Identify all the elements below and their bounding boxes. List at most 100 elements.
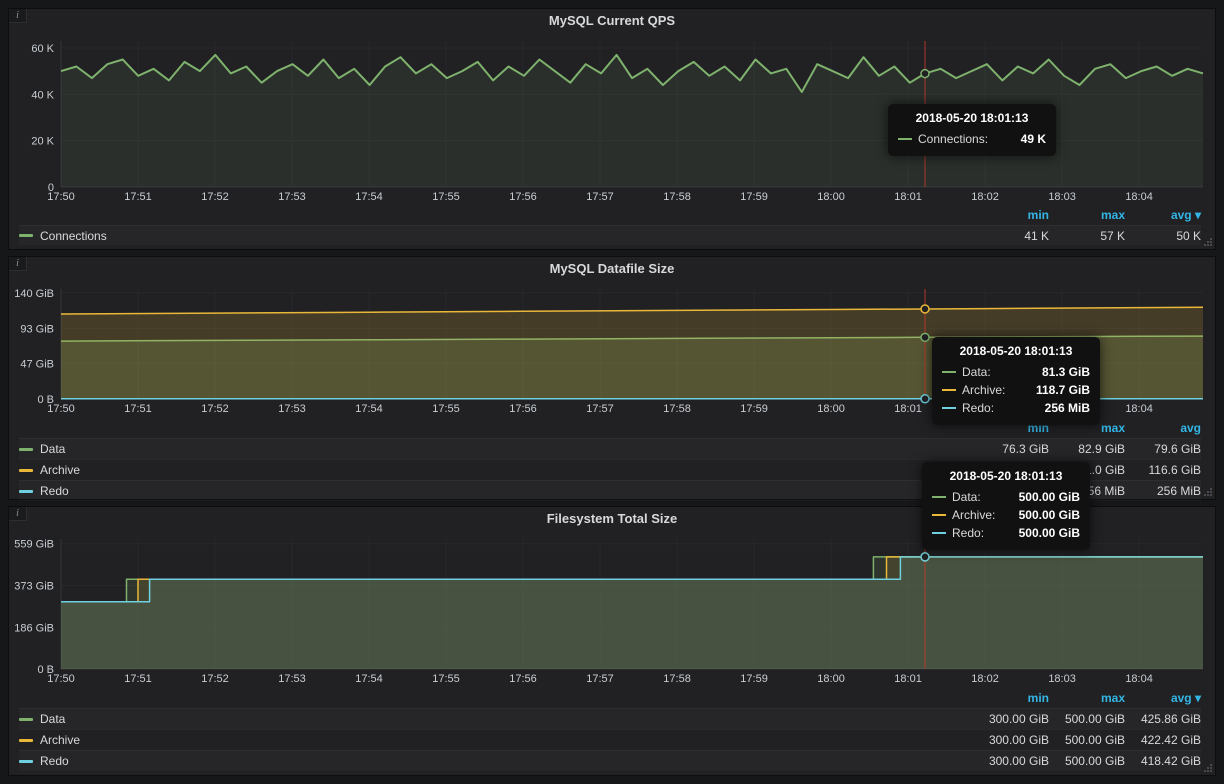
series-swatch-icon [942, 407, 956, 409]
legend-min-value: 300.00 GiB [981, 754, 1049, 768]
legend-avg-value: 256 MiB [1133, 484, 1201, 498]
svg-text:17:57: 17:57 [586, 673, 614, 685]
legend-sort-max[interactable]: max [1057, 691, 1125, 705]
svg-text:0 B: 0 B [37, 664, 54, 676]
tooltip-timestamp: 2018-05-20 18:01:13 [942, 344, 1090, 358]
legend-avg-value: 418.42 GiB [1133, 754, 1201, 768]
legend-avg-value: 422.42 GiB [1133, 733, 1201, 747]
legend-max-value: 500.00 GiB [1057, 733, 1125, 747]
series-swatch-icon [942, 389, 956, 391]
resize-handle-icon[interactable] [1203, 487, 1213, 497]
resize-handle-icon[interactable] [1203, 237, 1213, 247]
svg-text:18:00: 18:00 [817, 403, 845, 415]
tooltip-series-label: Redo: [962, 401, 994, 415]
series-swatch-icon [19, 739, 33, 742]
svg-text:17:54: 17:54 [355, 673, 383, 685]
tooltip-series-value: 81.3 GiB [1042, 365, 1090, 379]
tooltip-series-label: Redo: [952, 526, 984, 540]
series-swatch-icon [19, 234, 33, 237]
svg-text:18:03: 18:03 [1048, 673, 1076, 685]
series-swatch-icon [19, 490, 33, 493]
svg-text:17:52: 17:52 [201, 191, 229, 203]
legend-row: Connections 41 K 57 K 50 K [19, 225, 1201, 245]
legend-sort-min[interactable]: min [981, 691, 1049, 705]
legend-avg-value: 116.6 GiB [1133, 463, 1201, 477]
tooltip-series-value: 500.00 GiB [1019, 526, 1080, 540]
tooltip-series-value: 256 MiB [1045, 401, 1090, 415]
svg-text:17:58: 17:58 [663, 403, 691, 415]
chart-tooltip: 2018-05-20 18:01:13 Data: 81.3 GiB Archi… [932, 337, 1100, 425]
svg-text:17:57: 17:57 [586, 403, 614, 415]
resize-handle-icon[interactable] [1203, 763, 1213, 773]
legend-sort-avg[interactable]: avg ▾ [1133, 208, 1201, 222]
panel-title[interactable]: MySQL Current QPS [9, 9, 1215, 33]
legend-sort-avg[interactable]: avg ▾ [1133, 691, 1201, 705]
svg-text:17:54: 17:54 [355, 191, 383, 203]
legend-row: Archive 300.00 GiB 500.00 GiB 422.42 GiB [19, 729, 1201, 750]
series-swatch-icon [898, 138, 912, 140]
legend: min max avg ▾ Data 300.00 GiB 500.00 GiB… [9, 687, 1215, 773]
legend-avg-value: 425.86 GiB [1133, 712, 1201, 726]
legend-header-row: min max avg ▾ [19, 205, 1201, 225]
series-swatch-icon [19, 448, 33, 451]
series-swatch-icon [942, 371, 956, 373]
tooltip-row: Connections: 49 K [898, 130, 1046, 148]
legend: min max avg ▾ Connections 41 K 57 K 50 K [9, 205, 1215, 247]
filesystem-chart-canvas[interactable]: 17:5017:5117:5217:5317:5417:5517:5617:57… [9, 531, 1215, 687]
legend-sort-min[interactable]: min [981, 208, 1049, 222]
legend-max-value: 500.00 GiB [1057, 712, 1125, 726]
legend-max-value: 82.9 GiB [1057, 442, 1125, 456]
svg-text:18:03: 18:03 [1048, 191, 1076, 203]
panel-info-icon[interactable]: i [9, 257, 27, 271]
legend-min-value: 300.00 GiB [981, 712, 1049, 726]
legend-sort-max[interactable]: max [1057, 208, 1125, 222]
legend-row: Data 300.00 GiB 500.00 GiB 425.86 GiB [19, 708, 1201, 729]
tooltip-timestamp: 2018-05-20 18:01:13 [932, 469, 1080, 483]
tooltip-series-label: Data: [952, 490, 981, 504]
series-label[interactable]: Archive [40, 733, 80, 747]
legend-min-value: 76.3 GiB [981, 442, 1049, 456]
svg-text:17:53: 17:53 [278, 673, 306, 685]
svg-text:0 B: 0 B [37, 394, 54, 406]
tooltip-series-label: Data: [962, 365, 991, 379]
svg-text:17:52: 17:52 [201, 673, 229, 685]
tooltip-series-label: Connections: [918, 132, 988, 146]
svg-text:18:01: 18:01 [894, 403, 922, 415]
series-label[interactable]: Archive [40, 463, 80, 477]
svg-text:20 K: 20 K [31, 136, 54, 148]
panel-title[interactable]: MySQL Datafile Size [9, 257, 1215, 281]
svg-text:93 GiB: 93 GiB [20, 323, 54, 335]
legend-row: Data 76.3 GiB 82.9 GiB 79.6 GiB [19, 438, 1201, 459]
svg-text:17:58: 17:58 [663, 673, 691, 685]
legend-sort-avg[interactable]: avg [1133, 421, 1201, 435]
svg-text:18:04: 18:04 [1125, 673, 1153, 685]
svg-text:17:58: 17:58 [663, 191, 691, 203]
legend-header-row: min max avg ▾ [19, 687, 1201, 708]
svg-text:186 GiB: 186 GiB [14, 622, 54, 634]
svg-text:17:55: 17:55 [432, 673, 460, 685]
panel-info-icon[interactable]: i [9, 9, 27, 23]
tooltip-series-value: 49 K [1021, 132, 1046, 146]
series-label[interactable]: Data [40, 712, 65, 726]
tooltip-series-value: 118.7 GiB [1036, 383, 1090, 397]
legend-row: Redo 300.00 GiB 500.00 GiB 418.42 GiB [19, 750, 1201, 771]
series-label[interactable]: Data [40, 442, 65, 456]
svg-text:17:55: 17:55 [432, 403, 460, 415]
series-label[interactable]: Redo [40, 484, 69, 498]
svg-text:559 GiB: 559 GiB [14, 539, 54, 551]
svg-text:17:55: 17:55 [432, 191, 460, 203]
svg-text:47 GiB: 47 GiB [20, 358, 54, 370]
svg-text:18:02: 18:02 [971, 673, 999, 685]
legend-min-value: 300.00 GiB [981, 733, 1049, 747]
series-label[interactable]: Redo [40, 754, 69, 768]
svg-text:17:59: 17:59 [740, 673, 768, 685]
tooltip-row: Redo: 500.00 GiB [932, 524, 1080, 542]
panel-info-icon[interactable]: i [9, 507, 27, 521]
tooltip-row: Data: 500.00 GiB [932, 488, 1080, 506]
svg-text:0: 0 [48, 182, 54, 194]
series-label[interactable]: Connections [40, 229, 107, 243]
tooltip-series-value: 500.00 GiB [1019, 490, 1080, 504]
tooltip-series-value: 500.00 GiB [1019, 508, 1080, 522]
svg-text:17:57: 17:57 [586, 191, 614, 203]
svg-text:17:56: 17:56 [509, 403, 537, 415]
